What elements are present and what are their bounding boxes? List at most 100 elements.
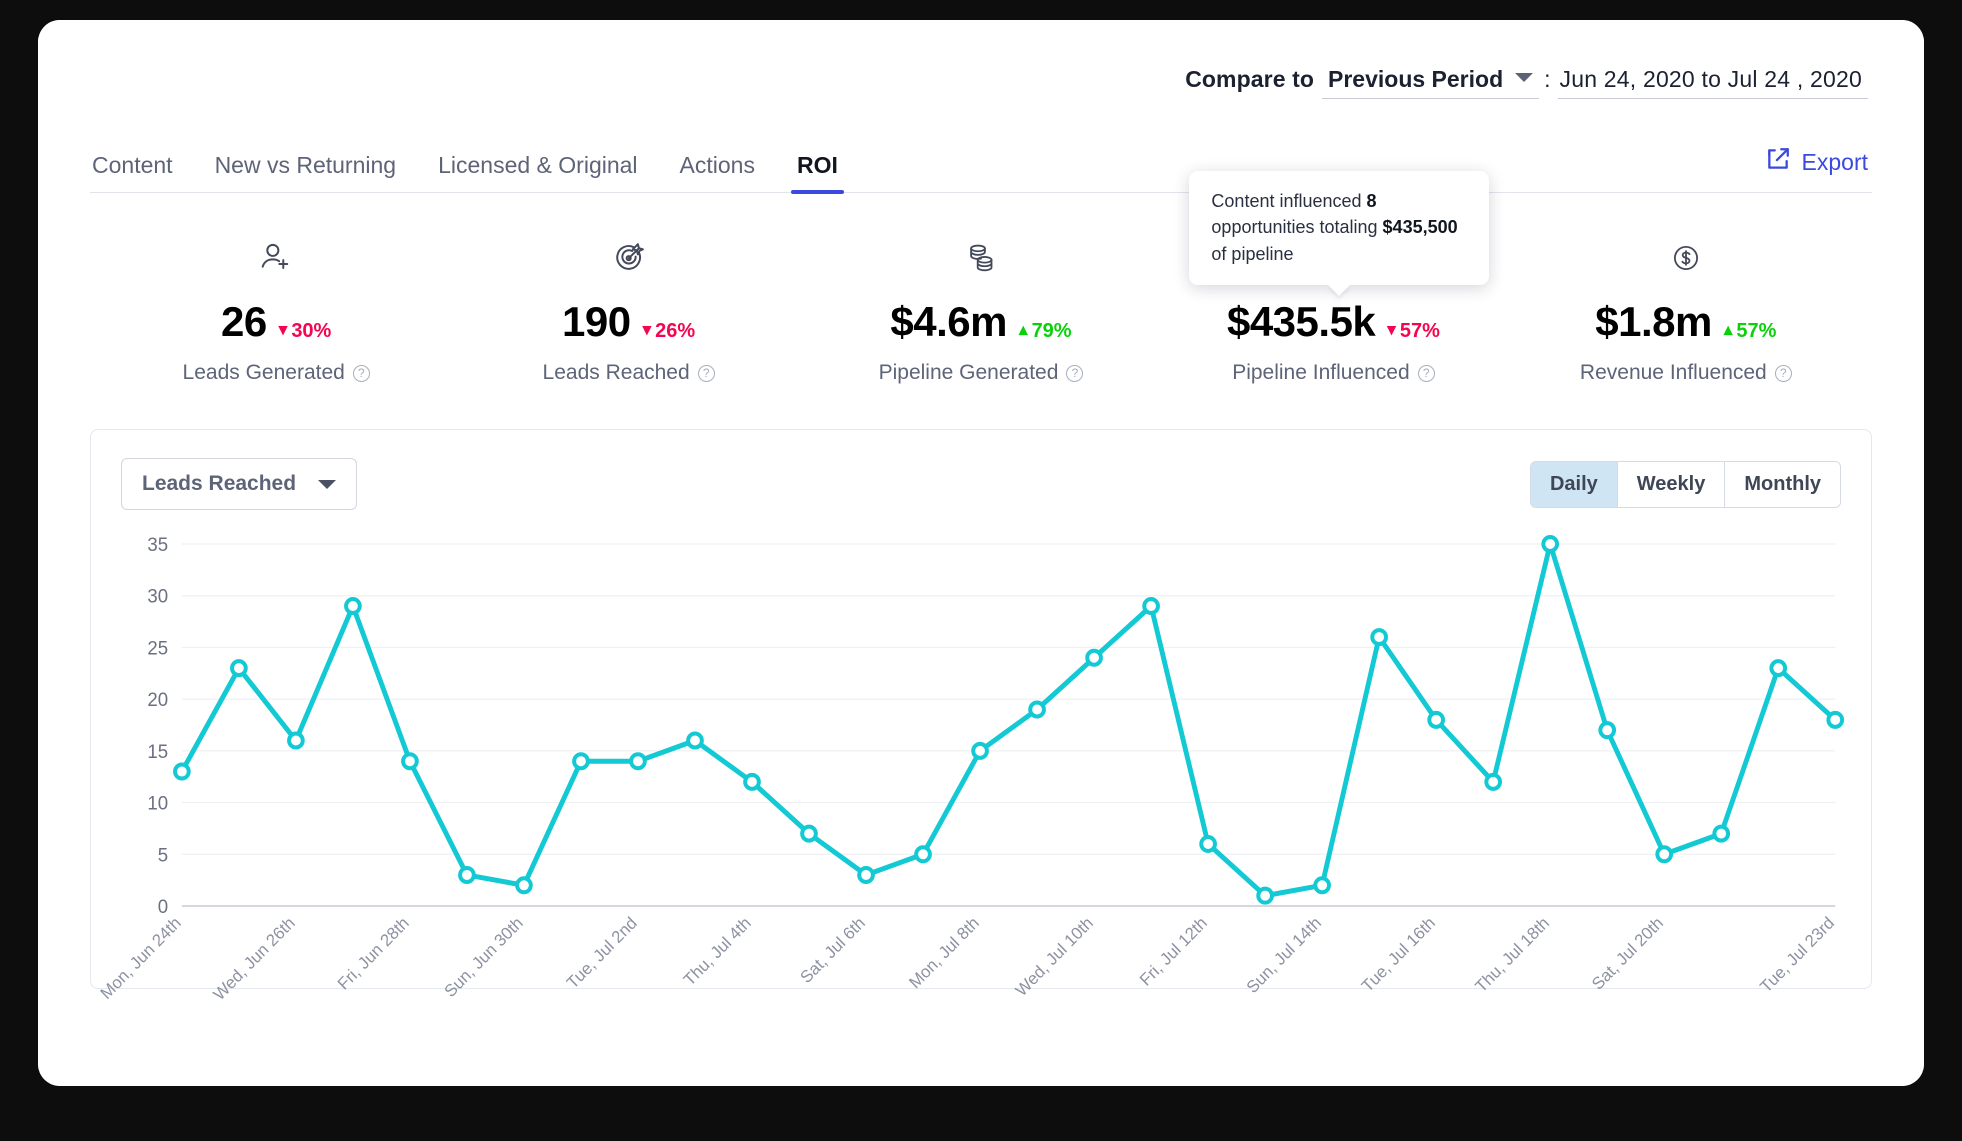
- x-axis-tick-label: Tue, Jul 23rd: [1756, 913, 1838, 996]
- compare-period-select[interactable]: Previous Period: [1322, 66, 1540, 99]
- info-icon[interactable]: ?: [1417, 364, 1435, 382]
- y-axis-tick-label: 0: [158, 896, 168, 917]
- kpi-pipeline-influenced: Content influenced 8 opportunities total…: [1157, 171, 1509, 385]
- chevron-down-icon: ▾: [278, 320, 288, 339]
- kpi-value-row: $1.8m ▴ 57%: [1595, 301, 1776, 343]
- data-point: [1712, 824, 1731, 843]
- kpi-delta-value: 57%: [1736, 319, 1777, 342]
- kpi-delta-value: 30%: [291, 319, 332, 342]
- info-icon[interactable]: ?: [352, 364, 370, 382]
- kpi-delta-value: 57%: [1399, 319, 1440, 342]
- kpi-row: 26 ▾ 30% Leads Generated ? 190 ▾ 26% Lea…: [90, 171, 1872, 385]
- kpi-label: Leads Reached ?: [543, 361, 715, 385]
- kpi-delta-value: 79%: [1031, 319, 1072, 342]
- tab-actions[interactable]: Actions: [659, 154, 776, 192]
- data-point: [1370, 628, 1388, 647]
- compare-period-value: Previous Period: [1328, 66, 1504, 92]
- export-button[interactable]: Export: [1765, 146, 1872, 192]
- coin-stack-icon: [963, 235, 999, 281]
- x-axis-tick-label: Fri, Jul 12th: [1136, 913, 1211, 989]
- kpi-label-text: Leads Generated: [182, 361, 345, 384]
- tab-roi[interactable]: ROI: [776, 154, 859, 194]
- kpi-delta: ▾ 57%: [1387, 321, 1440, 341]
- x-axis-tick-label: Mon, Jul 8th: [905, 913, 983, 992]
- target-dart-icon: [610, 235, 648, 281]
- x-axis-tick-label: Tue, Jul 16th: [1358, 913, 1439, 996]
- chevron-up-icon: ▴: [1723, 320, 1733, 339]
- kpi-value: $435.5k: [1226, 298, 1376, 345]
- info-icon[interactable]: ?: [1066, 364, 1084, 382]
- date-range-picker[interactable]: Jun 24, 2020 to Jul 24 , 2020: [1557, 66, 1868, 99]
- tab-content[interactable]: Content: [90, 154, 194, 192]
- granularity-label: Monthly: [1744, 472, 1821, 495]
- granularity-label: Weekly: [1636, 472, 1706, 495]
- kpi-delta: ▾ 26%: [643, 321, 696, 341]
- y-axis-tick-label: 30: [147, 586, 168, 607]
- kpi-label: Revenue Influenced ?: [1580, 361, 1792, 385]
- device-frame: Compare to Previous Period : Jun 24, 202…: [0, 0, 1962, 1141]
- kpi-leads-reached: 190 ▾ 26% Leads Reached ?: [452, 235, 804, 385]
- tab-label: Content: [92, 152, 173, 178]
- kpi-label: Pipeline Generated ?: [879, 361, 1084, 385]
- kpi-value: 26: [221, 298, 267, 345]
- external-link-icon: [1765, 146, 1791, 178]
- tooltip-pipeline-amount: $435,500: [1382, 217, 1458, 238]
- tooltip-prefix: Content influenced: [1211, 191, 1367, 211]
- compare-colon: :: [1544, 66, 1551, 92]
- kpi-delta: ▴ 79%: [1019, 321, 1072, 341]
- tab-label: Licensed & Original: [438, 152, 638, 178]
- x-axis-tick-label: Sun, Jun 30th: [441, 913, 527, 1001]
- data-point: [686, 731, 704, 750]
- metric-select[interactable]: Leads Reached: [121, 458, 358, 510]
- tab-bar: Content New vs Returning Licensed & Orig…: [90, 135, 1872, 194]
- data-point: [515, 876, 533, 895]
- y-axis-tick-label: 15: [147, 741, 168, 762]
- tab-label: Actions: [679, 152, 755, 178]
- granularity-label: Daily: [1549, 472, 1598, 495]
- kpi-delta: ▴ 57%: [1724, 321, 1777, 341]
- metric-select-value: Leads Reached: [142, 472, 297, 495]
- export-label: Export: [1801, 148, 1868, 175]
- kpi-label-text: Revenue Influenced: [1579, 361, 1767, 384]
- data-point: [230, 659, 248, 678]
- tab-licensed-and-original[interactable]: Licensed & Original: [417, 154, 658, 192]
- line-chart-svg: 0 5 10 15 20 25 30 35 Mon, Jun 24th Wed, Jun 26th…: [97, 534, 1845, 1004]
- tab-list: Content New vs Returning Licensed & Orig…: [90, 135, 859, 194]
- data-point: [1142, 597, 1160, 616]
- tab-label: New vs Returning: [214, 152, 397, 178]
- dollar-circle-icon: [1668, 235, 1704, 281]
- y-axis-tick-label: 35: [147, 534, 168, 555]
- compare-bar: Compare to Previous Period : Jun 24, 202…: [90, 20, 1872, 99]
- data-point: [1826, 710, 1845, 729]
- kpi-label-text: Pipeline Influenced: [1232, 361, 1410, 384]
- data-point: [1769, 659, 1788, 678]
- kpi-delta: ▾ 30%: [279, 321, 332, 341]
- data-point: [1427, 710, 1446, 729]
- chevron-up-icon: ▴: [1019, 320, 1028, 339]
- y-axis-tick-label: 5: [158, 844, 168, 865]
- kpi-delta-value: 26%: [655, 319, 696, 342]
- kpi-value: 190: [562, 298, 631, 345]
- info-icon[interactable]: ?: [1774, 364, 1792, 382]
- x-axis-tick-label: Sat, Jul 6th: [797, 913, 869, 987]
- x-axis-tick-label: Sat, Jul 20th: [1588, 913, 1667, 993]
- tooltip-middle: opportunities totaling: [1211, 217, 1383, 238]
- data-point: [1313, 876, 1331, 895]
- x-axis-tick-label: Mon, Jun 24th: [97, 913, 185, 1003]
- granularity-weekly[interactable]: Weekly: [1617, 461, 1726, 507]
- data-point: [743, 772, 761, 791]
- x-axis-tick-label: Tue, Jul 2nd: [563, 913, 641, 992]
- data-point: [800, 824, 818, 843]
- tab-new-vs-returning[interactable]: New vs Returning: [194, 154, 418, 192]
- compare-to-label: Compare to: [1185, 66, 1314, 92]
- data-point: [344, 597, 362, 616]
- pipeline-influenced-tooltip: Content influenced 8 opportunities total…: [1189, 171, 1490, 285]
- granularity-monthly[interactable]: Monthly: [1725, 461, 1840, 507]
- chevron-down-icon: [1515, 73, 1534, 82]
- kpi-label: Leads Generated ?: [183, 361, 370, 385]
- info-icon[interactable]: ?: [697, 364, 715, 382]
- chevron-down-icon: [318, 479, 337, 489]
- data-point: [1484, 772, 1503, 791]
- granularity-daily[interactable]: Daily: [1530, 461, 1618, 507]
- series-line-leads-reached: [179, 541, 1838, 899]
